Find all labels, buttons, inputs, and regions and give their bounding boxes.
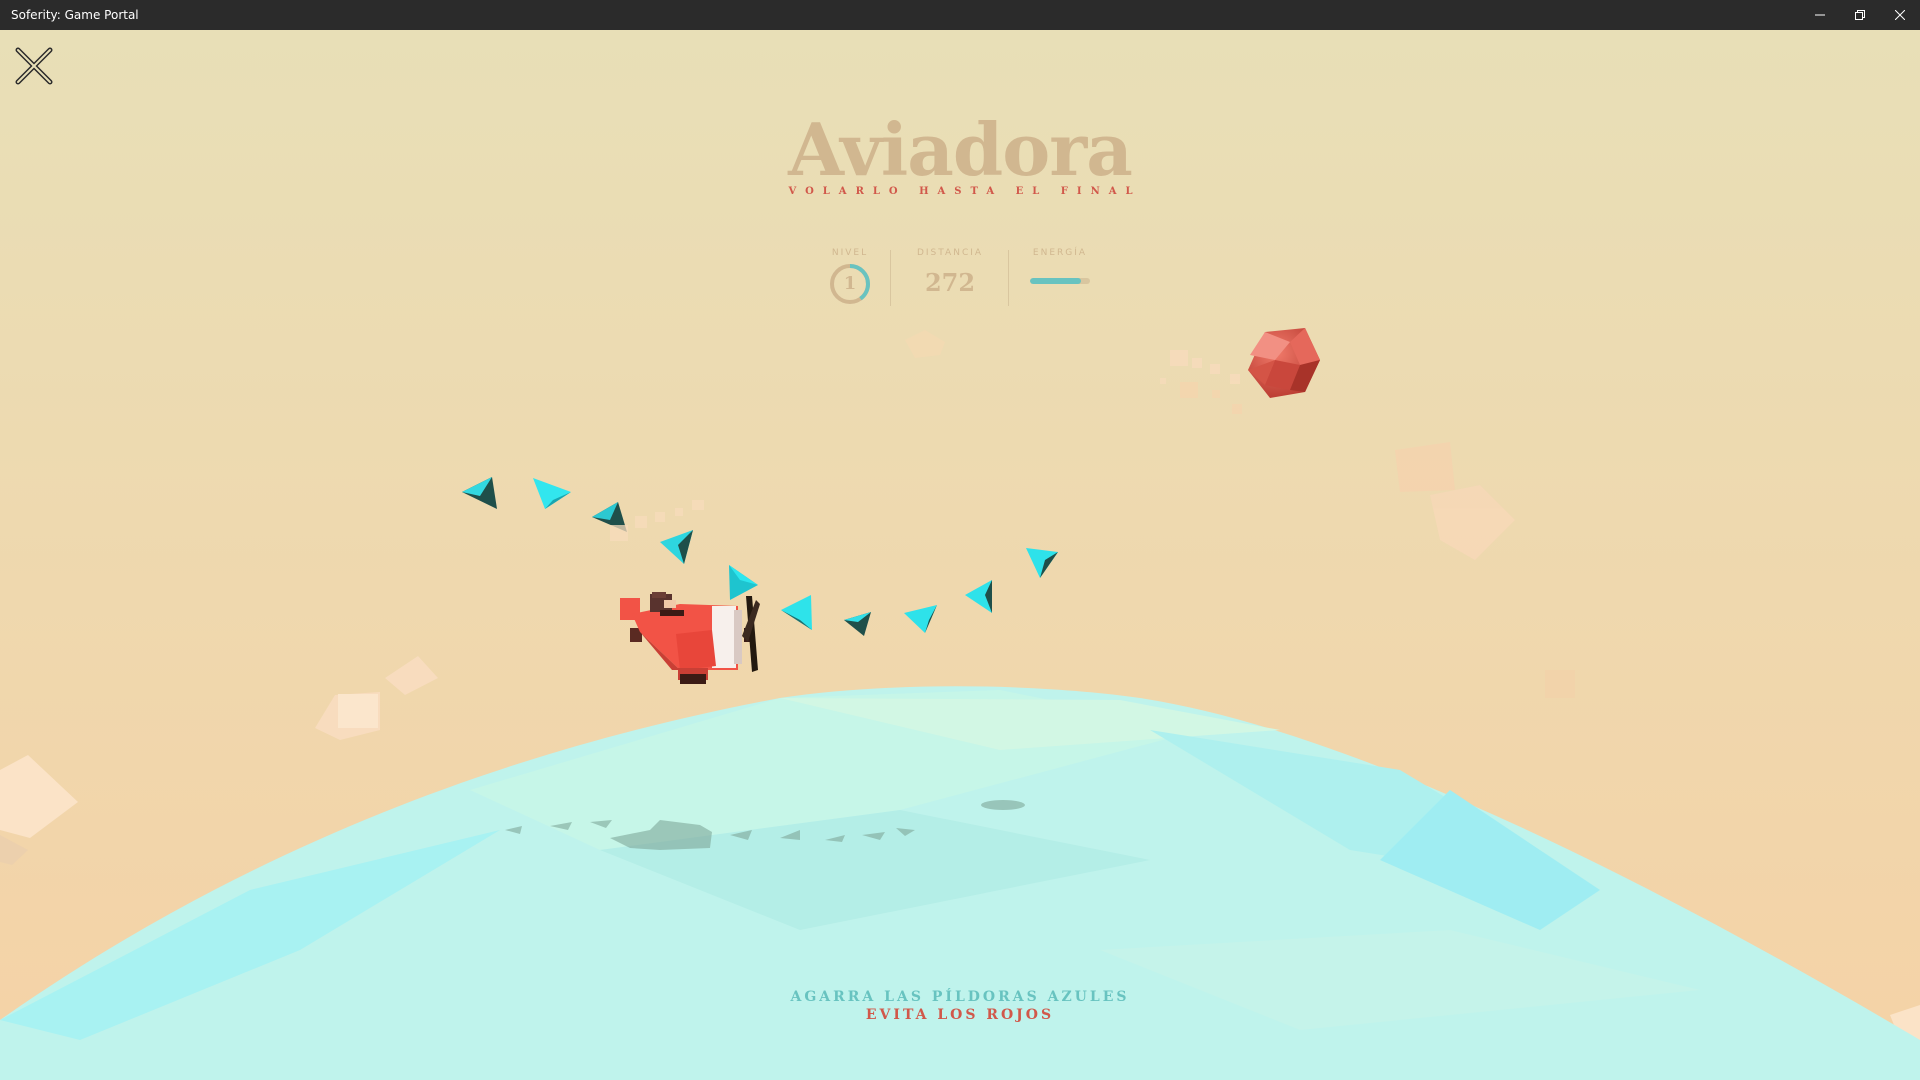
- window-controls: [1800, 0, 1920, 30]
- restore-button[interactable]: [1840, 0, 1880, 30]
- distance-block: DISTANCIA 272: [900, 248, 1000, 297]
- restore-icon: [1855, 10, 1865, 20]
- close-game-button[interactable]: [12, 44, 56, 88]
- game-viewport[interactable]: Aviadora VOLARLO HASTA EL FINAL NIVEL 1 …: [0, 30, 1920, 1080]
- instruction-line-1: AGARRA LAS PÍLDORAS AZULES: [790, 989, 1130, 1005]
- game-header: Aviadora VOLARLO HASTA EL FINAL: [0, 107, 1920, 198]
- close-icon: [1895, 10, 1905, 20]
- energy-fill: [1030, 278, 1081, 284]
- level-circle: 1: [828, 262, 872, 306]
- cloud-right-3: [1545, 670, 1575, 698]
- minimize-button[interactable]: [1800, 0, 1840, 30]
- game-title: Aviadora: [788, 107, 1133, 192]
- distance-value: 272: [924, 268, 976, 297]
- score-panel: NIVEL 1 DISTANCIA 272 ENERGÍA: [820, 248, 1100, 308]
- game-subtitle: VOLARLO HASTA EL FINAL: [788, 186, 1142, 197]
- minimize-icon: [1815, 14, 1825, 16]
- score-divider-1: [890, 250, 891, 306]
- level-label: NIVEL: [831, 248, 869, 258]
- energy-block: ENERGÍA: [1018, 248, 1102, 284]
- level-value: 1: [843, 273, 857, 294]
- window-title: Soferity: Game Portal: [11, 8, 139, 22]
- score-divider-2: [1008, 250, 1009, 306]
- distance-label: DISTANCIA: [916, 248, 984, 258]
- close-x-icon: [15, 47, 53, 85]
- level-block: NIVEL 1: [820, 248, 880, 306]
- app-window: Soferity: Game Portal Aviadora VOLARLO H…: [0, 0, 1920, 1080]
- energy-bar: [1030, 278, 1090, 284]
- instruction-line-2: EVITA LOS ROJOS: [865, 1007, 1055, 1023]
- instructions: AGARRA LAS PÍLDORAS AZULES EVITA LOS ROJ…: [0, 988, 1920, 1024]
- energy-label: ENERGÍA: [1032, 248, 1088, 258]
- close-window-button[interactable]: [1880, 0, 1920, 30]
- title-bar: Soferity: Game Portal: [0, 0, 1920, 30]
